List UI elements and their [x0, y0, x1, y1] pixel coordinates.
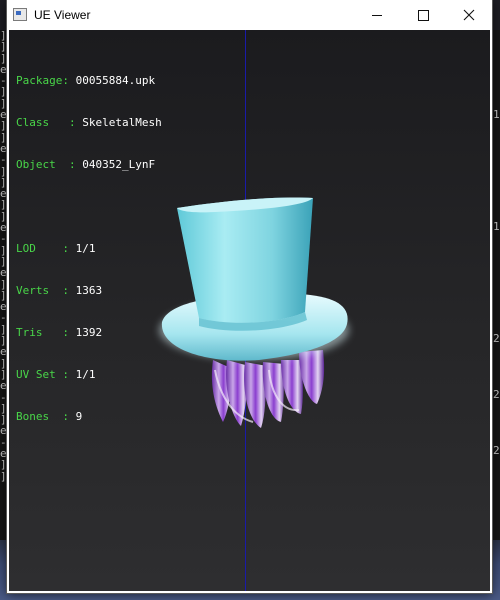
bg-glyph: 1 — [493, 220, 500, 233]
minimize-button[interactable] — [354, 0, 400, 30]
title-bar[interactable]: UE Viewer — [7, 0, 492, 30]
bg-glyph: 2 — [493, 332, 500, 345]
close-button[interactable] — [446, 0, 492, 30]
maximize-icon — [417, 9, 429, 21]
minimize-icon — [372, 14, 382, 16]
hat-crown — [177, 197, 313, 323]
app-icon — [13, 8, 27, 21]
maximize-button[interactable] — [400, 0, 446, 30]
close-icon — [463, 9, 475, 21]
bg-glyph: 2 — [493, 444, 500, 457]
background-window-right-edge: 1 1 2 2 2 — [492, 30, 500, 540]
ue-viewer-window: UE Viewer Package: 00055884.upk Class : … — [7, 0, 492, 593]
window-title: UE Viewer — [34, 8, 91, 22]
3d-viewport[interactable]: Package: 00055884.upk Class : SkeletalMe… — [9, 30, 490, 591]
hair-strands — [211, 350, 325, 428]
top-hat-mesh — [159, 197, 349, 428]
bg-glyph: 1 — [493, 108, 500, 121]
bg-glyph: 2 — [493, 388, 500, 401]
